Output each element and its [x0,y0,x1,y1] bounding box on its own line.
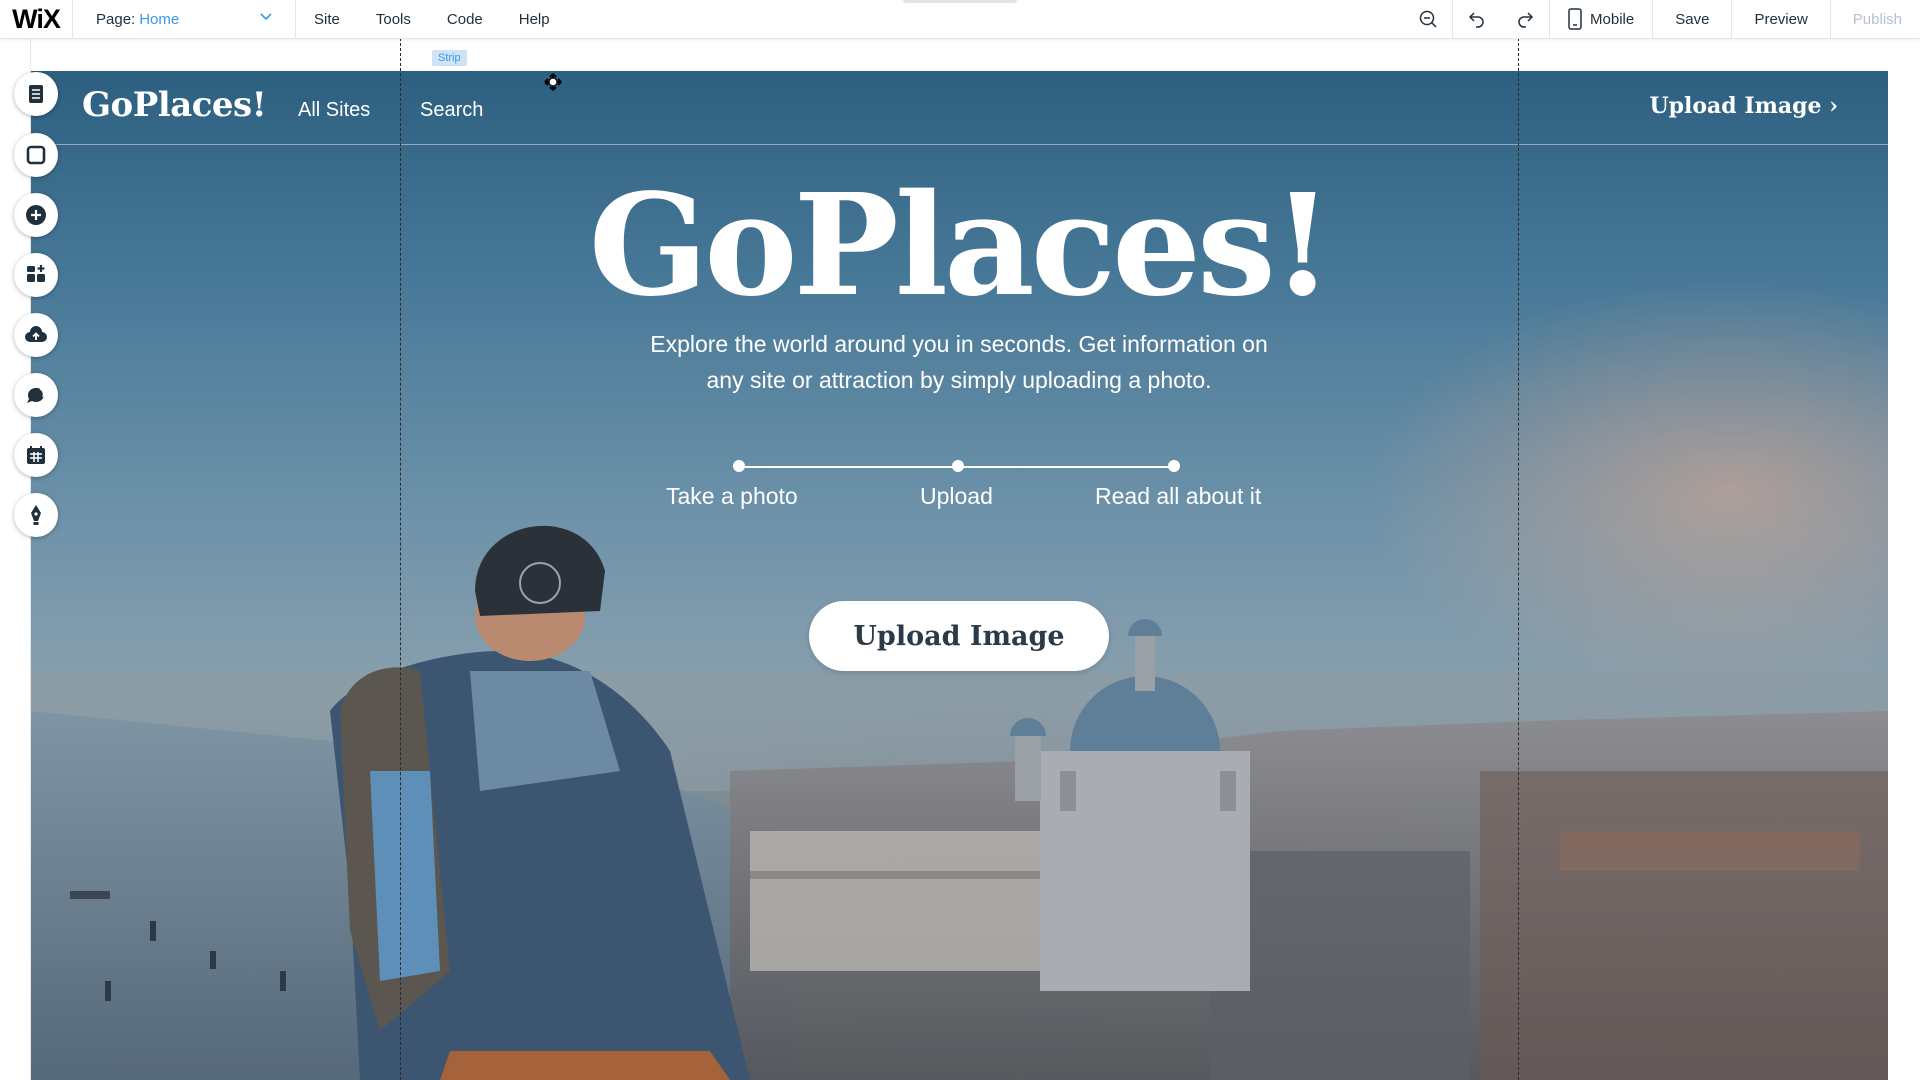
app-market-button[interactable] [14,253,58,297]
upload-button[interactable] [14,313,58,357]
bookings-button[interactable] [14,433,58,477]
menu-tools[interactable]: Tools [358,11,429,28]
mobile-view-button[interactable]: Mobile [1550,0,1652,38]
hero-subtitle: Explore the world around you in seconds.… [634,326,1284,398]
blog-button[interactable] [14,493,58,537]
nav-all-sites[interactable]: All Sites [298,99,370,122]
step-take-photo: Take a photo [666,483,798,509]
page-selector[interactable]: Page: Home [72,0,296,38]
editor-actions: Mobile Save Preview Publish [1404,0,1920,38]
nav-search[interactable]: Search [420,99,483,122]
publish-button[interactable]: Publish [1831,0,1920,38]
step-upload: Upload [920,483,993,509]
step-dot [733,460,745,472]
menu-site[interactable]: Site [296,11,358,28]
site-logo[interactable]: GoPlaces! [82,85,267,125]
strip-label: Strip [432,50,467,66]
upload-image-button[interactable]: Upload Image [809,601,1109,671]
wix-logo: WiX [0,0,73,38]
move-cursor-icon [544,73,562,96]
gridline-right [1518,38,1519,1080]
editor-menu: Site Tools Code Help [296,0,568,38]
chevron-down-icon [259,10,273,28]
redo-icon [1518,12,1534,28]
hero-subtitle-line1: Explore the world around you in seconds.… [650,331,1268,357]
hero-title: GoPlaces! [588,164,1334,328]
chat-icon [27,387,45,403]
undo-button[interactable] [1453,0,1501,38]
preview-button[interactable]: Preview [1732,0,1829,38]
zoom-out-button[interactable] [1404,0,1452,38]
step-dot [952,460,964,472]
editor-canvas[interactable]: GoPlaces! All Sites Search Upload Image … [30,71,1888,1080]
menu-help[interactable]: Help [501,11,568,28]
page-selector-value: Home [139,10,180,28]
top-center-handle [903,0,1017,3]
undo-icon [1468,12,1484,28]
site-header: GoPlaces! All Sites Search Upload Image … [30,71,1888,145]
gridline-left [400,38,401,1080]
mobile-icon [1568,8,1582,30]
redo-button[interactable] [1501,0,1549,38]
chat-button[interactable] [14,373,58,417]
pages-button[interactable] [14,72,58,116]
upload-icon [25,326,47,342]
page-selector-label: Page: [96,10,136,28]
background-button[interactable] [14,133,58,177]
save-button[interactable]: Save [1653,0,1731,38]
blog-pen-icon [31,505,41,525]
step-read: Read all about it [1095,483,1262,509]
mobile-label: Mobile [1590,10,1635,28]
pages-icon [29,85,43,103]
add-icon [26,205,46,225]
add-button[interactable] [14,193,58,237]
app-market-icon [27,265,45,282]
zoom-out-icon [1419,10,1437,28]
background-icon [26,145,46,165]
header-upload-link[interactable]: Upload Image › [1649,93,1838,119]
hero-subtitle-line2: any site or attraction by simply uploadi… [706,367,1212,393]
editor-top-bar: WiX Page: Home Site Tools Code Help Mobi… [0,0,1920,39]
step-dot [1168,460,1180,472]
bookings-icon [27,446,45,464]
menu-code[interactable]: Code [429,11,501,28]
